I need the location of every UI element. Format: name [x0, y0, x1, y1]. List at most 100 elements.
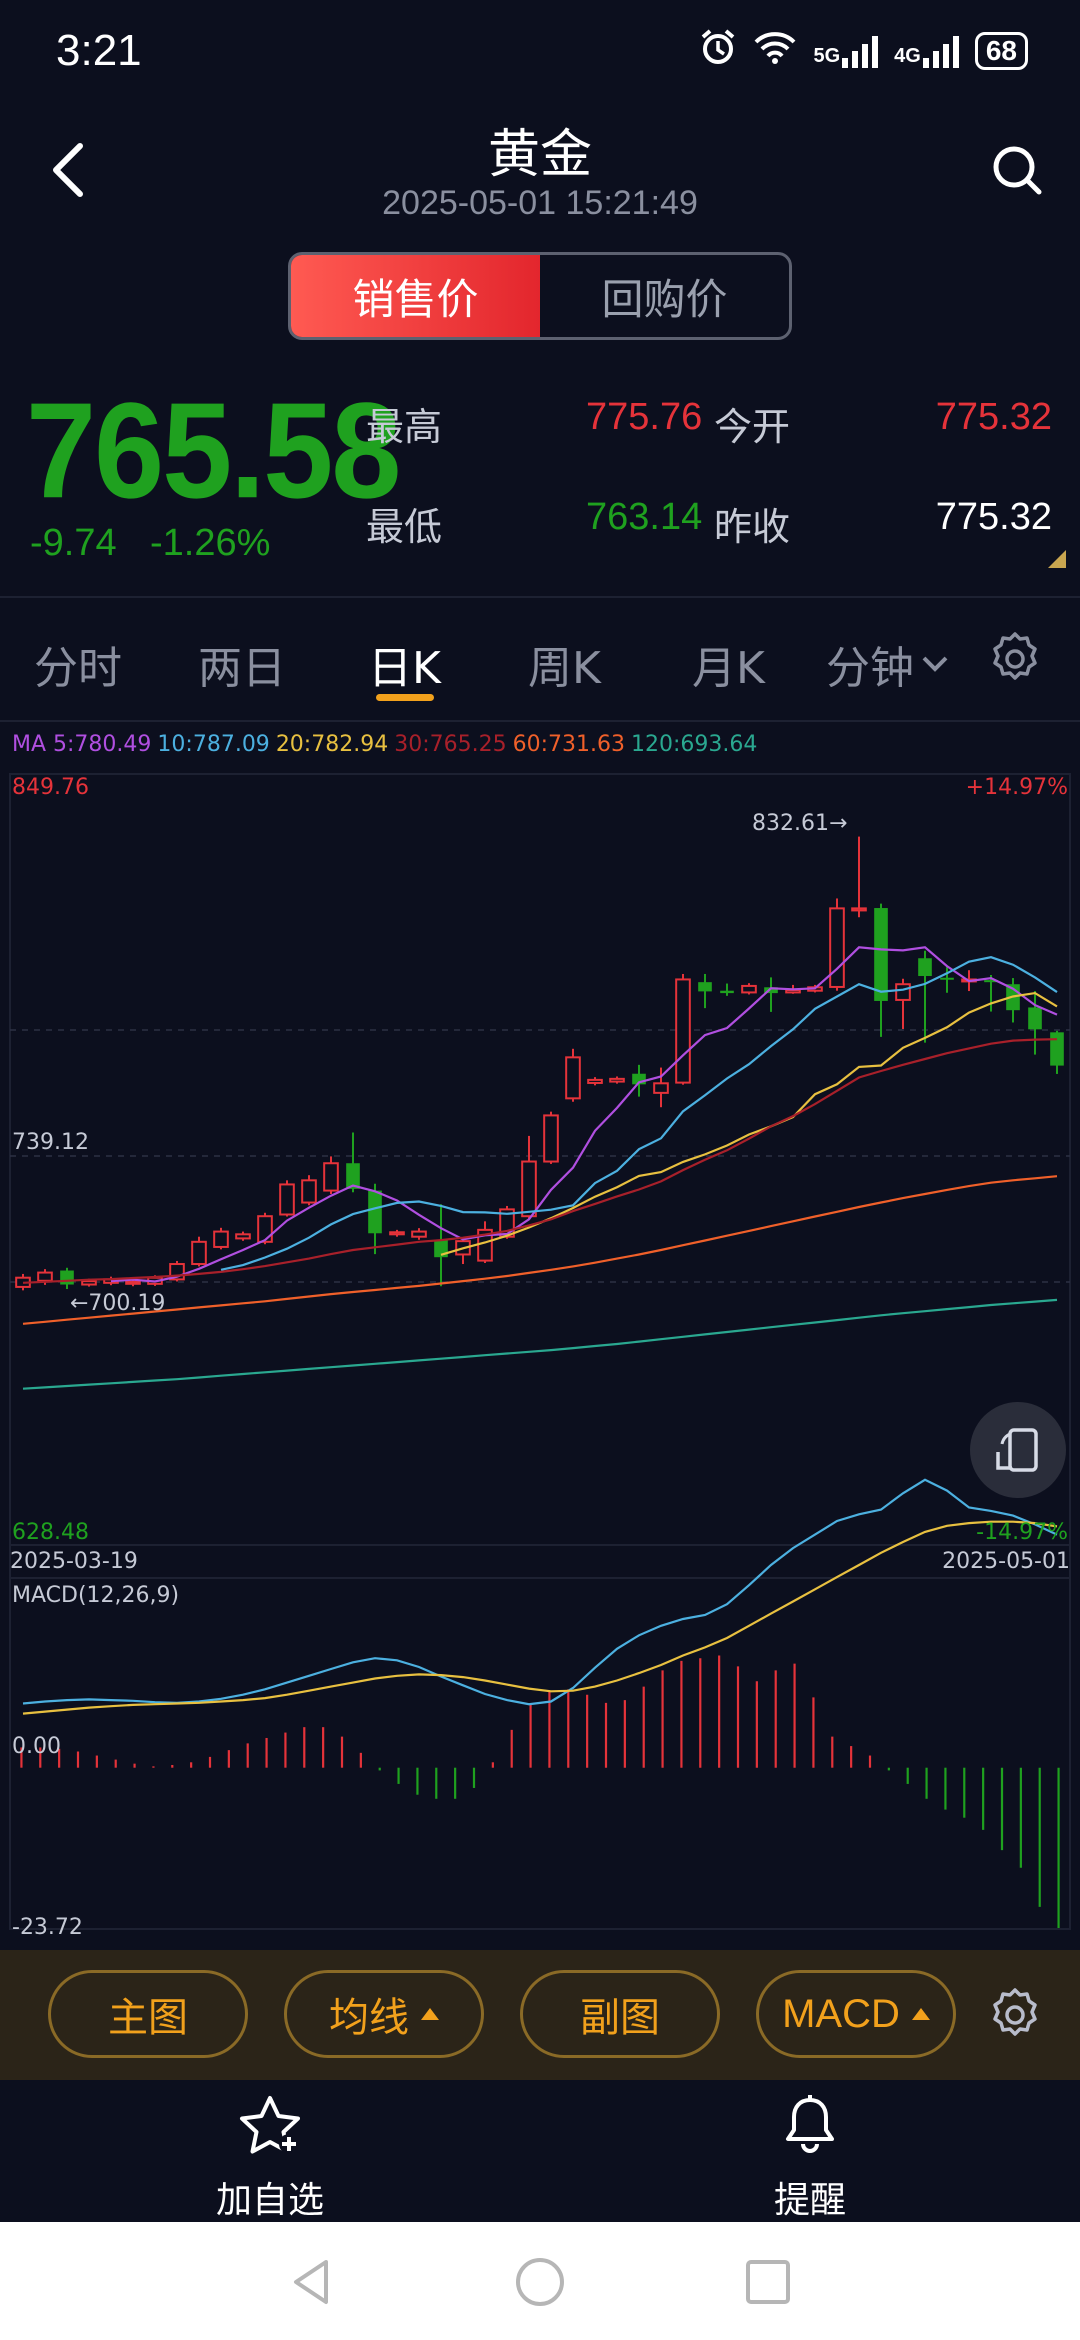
candle-body: [565, 1056, 581, 1100]
y-min-pct-label: -14.97%: [976, 1520, 1068, 1545]
candle-body: [257, 1215, 273, 1243]
candle-body: [1050, 1032, 1064, 1066]
high-annotation: 832.61→: [752, 811, 847, 836]
add-watchlist-label: 加自选: [215, 2180, 324, 2221]
search-icon: [993, 146, 1042, 195]
rotate-screen-button[interactable]: [970, 1402, 1066, 1498]
candle-body: [829, 907, 845, 988]
macd-label: MACD(12,26,9): [12, 1583, 179, 1608]
candle-body: [323, 1162, 339, 1192]
low-label: 最低: [366, 505, 443, 549]
sub-chart-label: 副图: [580, 1995, 660, 2041]
tab-sell-price[interactable]: 销售价: [291, 255, 540, 337]
price-alert-button[interactable]: 提醒: [710, 2092, 910, 2223]
ma-legend: MA 5:780.49 10:787.09 20:782.94 30:765.25 60…: [12, 732, 763, 757]
low-annotation: ←700.19: [70, 1291, 165, 1316]
macd-panel: [20, 1478, 1060, 1928]
candle-body: [60, 1270, 74, 1285]
prev-close-label: 昨收: [714, 505, 791, 549]
nav-recents-icon[interactable]: [738, 2252, 798, 2312]
kline-chart[interactable]: 849.76 +14.97% 739.12 628.48 -14.97% 202…: [0, 760, 1080, 1950]
candle-body: [1028, 1007, 1042, 1030]
price-alert-label: 提醒: [773, 2180, 846, 2221]
candle-body: [653, 1082, 669, 1094]
main-chart-label: 主图: [108, 1995, 188, 2041]
toolbar-settings-button[interactable]: [984, 1984, 1046, 2050]
open-label: 今开: [714, 405, 791, 449]
page-title: 黄金: [487, 125, 592, 185]
y-max-pct-label: +14.97%: [966, 775, 1068, 800]
ma5-line: [110, 946, 1058, 1283]
high-value: 775.76: [586, 396, 703, 438]
ma5-legend: MA 5:780.49: [12, 732, 152, 757]
candle-body: [521, 1160, 537, 1218]
ma120-legend: 120:693.64: [630, 732, 758, 757]
candle-body: [411, 1230, 427, 1238]
expand-corner-icon[interactable]: [1048, 550, 1066, 568]
ma-lines: [22, 946, 1058, 1390]
ma120-line: [22, 1298, 1058, 1390]
nav-back-icon[interactable]: [282, 2252, 342, 2312]
signal-4g-icon: 4G: [894, 34, 959, 68]
ma10-line: [220, 956, 1058, 1271]
candle-body: [675, 978, 691, 1084]
star-icon: [240, 2096, 300, 2154]
tab-two-day[interactable]: 两日: [198, 632, 286, 696]
status-icons: 5G 4G 68: [699, 28, 1028, 74]
tab-month-k[interactable]: 月K: [692, 632, 765, 696]
open-value: 775.32: [935, 396, 1052, 438]
tab-intraday[interactable]: 分时: [34, 632, 122, 696]
price-change: -9.74: [30, 522, 117, 564]
date-start-label: 2025-03-19: [10, 1549, 138, 1574]
action-bar: [0, 2080, 1080, 2222]
ma10-legend: 10:787.09: [157, 732, 270, 757]
candle-body: [543, 1114, 559, 1163]
y-max-label: 849.76: [12, 775, 89, 800]
ma20-legend: 20:782.94: [275, 732, 389, 757]
y-min-label: 628.48: [12, 1520, 89, 1545]
divider: [0, 720, 1080, 722]
main-chart-button[interactable]: 主图: [48, 1970, 248, 2058]
nav-home-icon[interactable]: [510, 2252, 570, 2312]
alarm-icon: [699, 28, 737, 74]
macd-dea-line: [22, 1520, 1058, 1715]
ma-button[interactable]: 均线: [284, 1970, 484, 2058]
candle-body: [191, 1240, 207, 1266]
period-tabs: 分时 两日 日K 周K 月K 分钟: [0, 610, 1080, 710]
triangle-up-icon: [421, 2008, 439, 2020]
candle-body: [37, 1271, 53, 1282]
macd-button[interactable]: MACD: [756, 1970, 956, 2058]
gear-icon: [993, 632, 1037, 680]
sub-chart-button[interactable]: 副图: [520, 1970, 720, 2058]
candle-body: [213, 1230, 229, 1248]
battery-icon: 68: [974, 32, 1028, 70]
macd-min-label: -23.72: [12, 1915, 83, 1940]
chevron-down-icon: [922, 656, 948, 672]
candle-body: [895, 983, 911, 1001]
chart-settings-button[interactable]: [984, 628, 1046, 694]
search-button[interactable]: [978, 130, 1058, 210]
candle-body: [741, 984, 757, 994]
ma60-legend: 60:731.63: [512, 732, 625, 757]
candle-body: [874, 908, 888, 1001]
ma30-legend: 30:765.25: [394, 732, 507, 757]
tab-minute[interactable]: 分钟: [826, 632, 952, 696]
ma30-line: [22, 1038, 1058, 1284]
current-price: 765.58: [26, 374, 401, 527]
divider: [0, 596, 1080, 598]
macd-zero-label: 0.00: [12, 1734, 61, 1759]
tab-buyback-price[interactable]: 回购价: [540, 255, 789, 337]
gear-icon: [993, 1988, 1037, 2036]
signal-5g-icon: 5G: [813, 34, 879, 68]
tab-week-k[interactable]: 周K: [528, 632, 601, 696]
wifi-icon: [753, 30, 797, 72]
macd-button-label: MACD: [782, 1991, 900, 2036]
triangle-up-icon: [911, 2008, 930, 2020]
ma-label: 均线: [329, 1995, 409, 2041]
date-end-label: 2025-05-01: [942, 1549, 1070, 1574]
add-watchlist-button[interactable]: 加自选: [170, 2092, 370, 2223]
tab-day-k[interactable]: 日K: [368, 632, 441, 696]
price-change-percent: -1.26%: [150, 522, 271, 564]
bell-icon: [786, 2095, 834, 2153]
candle-body: [587, 1078, 603, 1084]
